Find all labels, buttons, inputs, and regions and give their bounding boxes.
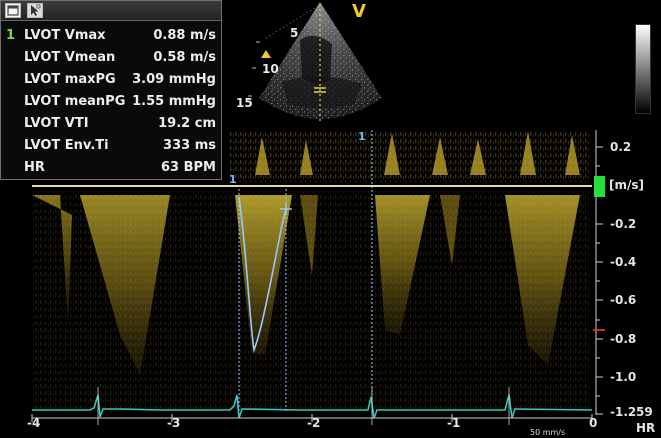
baseline-marker[interactable] bbox=[594, 176, 605, 197]
focus-marker-icon[interactable] bbox=[261, 50, 271, 58]
velocity-tick-label: -1.0 bbox=[610, 370, 637, 384]
depth-mark: 10 bbox=[262, 62, 279, 76]
cursor-tag: 1 bbox=[358, 130, 366, 143]
measurement-label: LVOT maxPG bbox=[24, 72, 116, 87]
cursor-tag: 1 bbox=[229, 173, 237, 186]
time-tick-label: -1 bbox=[447, 416, 461, 430]
doppler-spectrum bbox=[31, 130, 603, 425]
velocity-tick-label: -0.4 bbox=[610, 255, 637, 269]
measurement-label: LVOT Vmean bbox=[24, 50, 116, 65]
velocity-scale-marker bbox=[593, 329, 605, 331]
hr-label: HR bbox=[636, 421, 656, 435]
measurement-row-lvot-maxpg[interactable]: LVOT maxPG 3.09 mmHg bbox=[1, 69, 221, 91]
measurement-panel-titlebar bbox=[1, 1, 221, 21]
measurement-value: 0.58 m/s bbox=[153, 50, 216, 65]
sweep-speed-label: 50 mm/s bbox=[530, 428, 566, 437]
time-tick-label: -4 bbox=[27, 416, 41, 430]
depth-mark: 5 bbox=[290, 26, 299, 40]
measurement-value: 3.09 mmHg bbox=[132, 72, 216, 87]
velocity-tick-label: -1.2 bbox=[610, 405, 637, 419]
time-tick-label: -2 bbox=[307, 416, 321, 430]
depth-mark: 15 bbox=[236, 96, 253, 110]
velocity-tick-label: -0.8 bbox=[610, 332, 637, 346]
orientation-marker: V bbox=[352, 1, 366, 22]
time-tick-label: -3 bbox=[167, 416, 181, 430]
velocity-tick-label: -0.6 bbox=[610, 293, 637, 307]
measurement-row-lvot-vmean[interactable]: LVOT Vmean 0.58 m/s bbox=[1, 47, 221, 69]
measurement-row-lvot-meanpg[interactable]: LVOT meanPG 1.55 mmHg bbox=[1, 91, 221, 113]
measurement-label: LVOT Vmax bbox=[24, 28, 106, 43]
measurement-value: 1.55 mmHg bbox=[132, 94, 216, 109]
positive-flow-noise bbox=[230, 130, 590, 182]
measurement-label: LVOT meanPG bbox=[24, 94, 126, 109]
velocity-unit-label: [m/s] bbox=[609, 178, 644, 192]
time-tick-label: 0 bbox=[589, 416, 598, 430]
measurement-row-lvot-vmax[interactable]: 1 LVOT Vmax 0.88 m/s bbox=[1, 25, 221, 47]
hr-value: 59 bbox=[636, 405, 653, 419]
velocity-tick-label: 0.2 bbox=[610, 140, 632, 154]
panel-window-icon[interactable] bbox=[5, 3, 21, 18]
grayscale-bar bbox=[635, 24, 651, 114]
measurement-value: 0.88 m/s bbox=[153, 28, 216, 43]
active-measurement-index: 1 bbox=[6, 28, 16, 43]
velocity-tick-label: -0.2 bbox=[610, 217, 637, 231]
cursor-select-icon[interactable] bbox=[27, 3, 43, 18]
